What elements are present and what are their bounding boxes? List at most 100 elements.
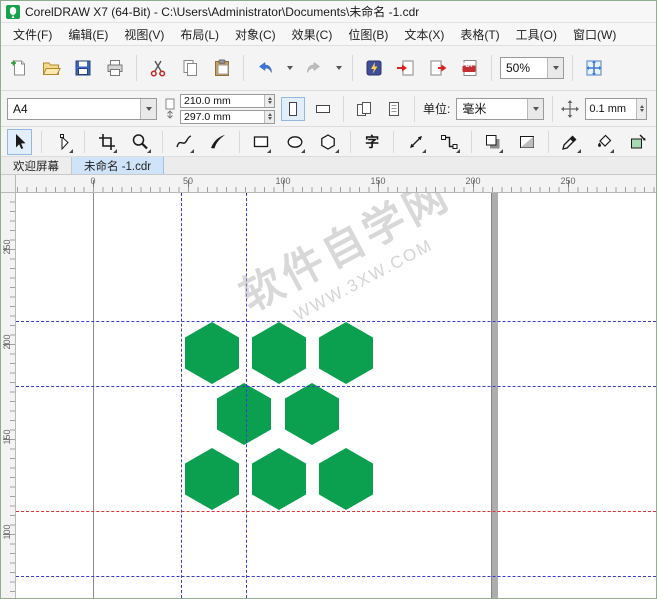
interactive-fill-tool-button[interactable] bbox=[592, 129, 617, 155]
page-width-spinner[interactable] bbox=[264, 95, 274, 107]
hexagon-shape[interactable] bbox=[217, 383, 271, 445]
page-height-spinner[interactable] bbox=[264, 111, 274, 123]
polygon-hexagon-icon bbox=[318, 132, 338, 152]
pick-tool-button[interactable] bbox=[7, 129, 32, 155]
open-button[interactable] bbox=[38, 55, 64, 81]
zoom-combo-dropdown-icon[interactable] bbox=[547, 58, 563, 78]
menu-item[interactable]: 工具(O) bbox=[508, 23, 565, 46]
connector-tool-button[interactable] bbox=[437, 129, 462, 155]
toolbar-separator bbox=[572, 55, 573, 81]
hexagon-shape[interactable] bbox=[319, 322, 373, 384]
units-combo[interactable]: 毫米 bbox=[456, 98, 544, 120]
document-tab[interactable]: 欢迎屏幕 bbox=[1, 157, 72, 174]
fullscreen-preview-icon bbox=[584, 58, 604, 78]
hexagon-shape[interactable] bbox=[252, 448, 306, 510]
all-pages-button[interactable] bbox=[352, 97, 376, 121]
ruler-label: 250 bbox=[2, 236, 12, 258]
guideline-vertical[interactable] bbox=[181, 193, 182, 598]
fullscreen-preview-button[interactable] bbox=[581, 55, 607, 81]
paper-size-combo[interactable]: A4 bbox=[7, 98, 157, 120]
menu-item[interactable]: 编辑(E) bbox=[60, 23, 116, 46]
rectangle-tool-button[interactable] bbox=[249, 129, 274, 155]
crop-tool-button[interactable] bbox=[94, 129, 119, 155]
spin-up-icon[interactable] bbox=[268, 113, 272, 116]
toolbox-separator bbox=[41, 131, 42, 153]
chevron-down-icon bbox=[533, 107, 539, 111]
landscape-orientation-button[interactable] bbox=[311, 97, 335, 121]
page-width-input[interactable]: 210.0 mm bbox=[180, 94, 275, 108]
page-dimensions-icon bbox=[163, 97, 177, 121]
portrait-orientation-button[interactable] bbox=[281, 97, 305, 121]
menu-item[interactable]: 视图(V) bbox=[116, 23, 172, 46]
hexagon-shape[interactable] bbox=[185, 448, 239, 510]
drawing-area[interactable]: 软件自学网 WWW.3XW.COM bbox=[16, 193, 656, 598]
toolbar-separator bbox=[136, 55, 137, 81]
redo-dropdown-button[interactable] bbox=[333, 55, 344, 81]
units-dropdown-icon[interactable] bbox=[527, 99, 543, 119]
dimension-tool-button[interactable] bbox=[403, 129, 428, 155]
zoom-level-combo[interactable]: 50% bbox=[500, 57, 564, 79]
nudge-spinner[interactable] bbox=[636, 99, 646, 119]
guideline-horizontal[interactable] bbox=[16, 511, 656, 512]
redo-button[interactable] bbox=[301, 55, 327, 81]
guideline-horizontal[interactable] bbox=[16, 576, 656, 577]
guideline-vertical[interactable] bbox=[246, 193, 247, 598]
printer-icon bbox=[105, 58, 125, 78]
rectangle-icon bbox=[251, 132, 271, 152]
hexagon-shape[interactable] bbox=[185, 322, 239, 384]
page-height-input[interactable]: 297.0 mm bbox=[180, 110, 275, 124]
smart-fill-tool-button[interactable] bbox=[625, 129, 650, 155]
undo-button[interactable] bbox=[252, 55, 278, 81]
shape-tool-button[interactable] bbox=[51, 129, 76, 155]
guideline-horizontal[interactable] bbox=[16, 386, 656, 387]
hexagon-shape[interactable] bbox=[252, 322, 306, 384]
ellipse-tool-button[interactable] bbox=[282, 129, 307, 155]
menu-item[interactable]: 布局(L) bbox=[172, 23, 227, 46]
page-width-value: 210.0 mm bbox=[181, 95, 264, 107]
spin-down-icon[interactable] bbox=[268, 117, 272, 120]
transparency-tool-button[interactable] bbox=[514, 129, 539, 155]
spin-down-icon[interactable] bbox=[640, 109, 644, 112]
menu-item[interactable]: 位图(B) bbox=[340, 23, 396, 46]
current-page-button[interactable] bbox=[382, 97, 406, 121]
spin-up-icon[interactable] bbox=[268, 97, 272, 100]
paste-button[interactable] bbox=[209, 55, 235, 81]
save-button[interactable] bbox=[70, 55, 96, 81]
import-button[interactable] bbox=[393, 55, 419, 81]
undo-dropdown-button[interactable] bbox=[284, 55, 295, 81]
vertical-ruler[interactable]: 250200150100 bbox=[1, 193, 16, 598]
chevron-down-icon bbox=[146, 107, 152, 111]
hexagon-shape[interactable] bbox=[319, 448, 373, 510]
export-button[interactable] bbox=[425, 55, 451, 81]
menu-item[interactable]: 文本(X) bbox=[396, 23, 452, 46]
menu-item[interactable]: 表格(T) bbox=[452, 23, 507, 46]
color-eyedropper-tool-button[interactable] bbox=[558, 129, 583, 155]
text-tool-button[interactable]: 字 bbox=[360, 129, 385, 155]
freehand-tool-button[interactable] bbox=[172, 129, 197, 155]
print-button[interactable] bbox=[102, 55, 128, 81]
polygon-tool-button[interactable] bbox=[316, 129, 341, 155]
search-content-button[interactable] bbox=[361, 55, 387, 81]
menu-item[interactable]: 窗口(W) bbox=[565, 23, 624, 46]
spin-up-icon[interactable] bbox=[640, 105, 644, 108]
ruler-label: 100 bbox=[275, 176, 290, 186]
guideline-horizontal[interactable] bbox=[16, 321, 656, 322]
zoom-tool-button[interactable] bbox=[128, 129, 153, 155]
nudge-offset-input[interactable]: 0.1 mm bbox=[585, 98, 647, 120]
crop-icon bbox=[97, 132, 117, 152]
menu-item[interactable]: 效果(C) bbox=[284, 23, 341, 46]
drop-shadow-tool-button[interactable] bbox=[481, 129, 506, 155]
menu-item[interactable]: 文件(F) bbox=[5, 23, 60, 46]
horizontal-ruler[interactable]: 050100150200250 bbox=[16, 175, 656, 193]
new-document-button[interactable] bbox=[6, 55, 32, 81]
copy-button[interactable] bbox=[177, 55, 203, 81]
hexagon-shape[interactable] bbox=[285, 383, 339, 445]
artistic-media-tool-button[interactable] bbox=[205, 129, 230, 155]
publish-pdf-button[interactable]: PDF bbox=[457, 55, 483, 81]
document-tab[interactable]: 未命名 -1.cdr bbox=[72, 157, 164, 174]
cut-button[interactable] bbox=[145, 55, 171, 81]
paper-size-dropdown-icon[interactable] bbox=[140, 99, 156, 119]
menu-item[interactable]: 对象(C) bbox=[227, 23, 284, 46]
ruler-origin-button[interactable] bbox=[1, 175, 16, 193]
spin-down-icon[interactable] bbox=[268, 101, 272, 104]
